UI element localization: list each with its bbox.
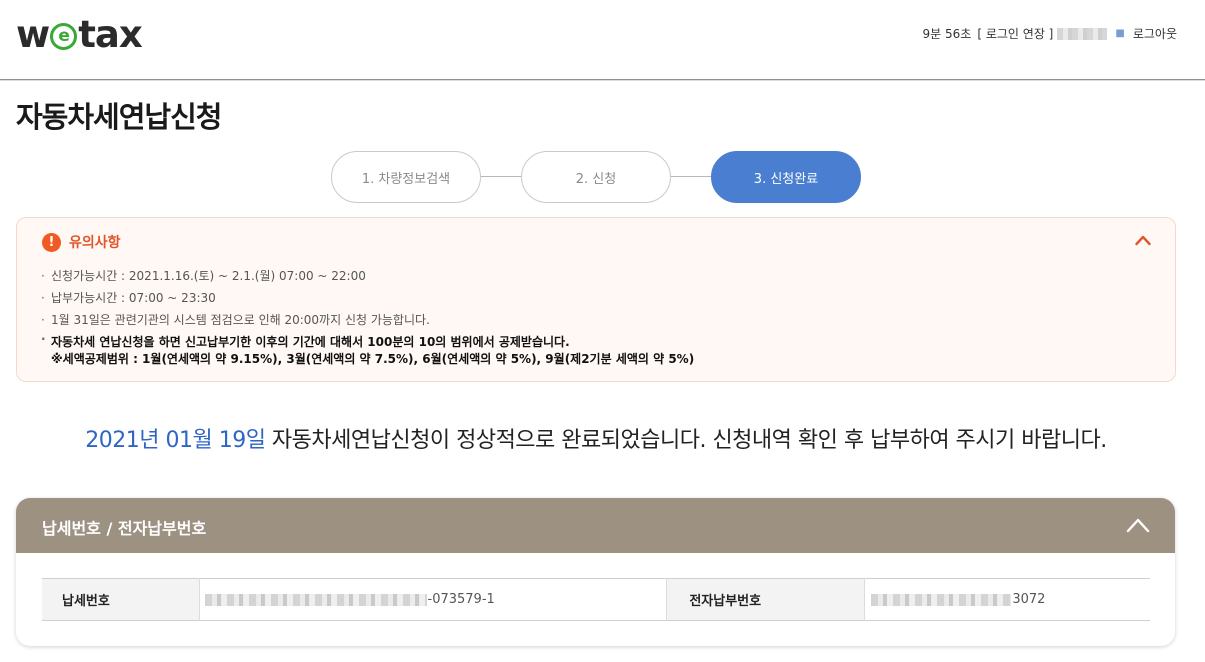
- e-payment-number-value: 3072: [864, 578, 1150, 621]
- completion-text: 자동차세연납신청이 정상적으로 완료되었습니다. 신청내역 확인 후 납부하여 …: [265, 428, 1107, 453]
- notice-header: ! 유의사항: [42, 232, 121, 252]
- notice-item-deduction: 자동차세 연납신청을 하면 신고납부기한 이후의 기간에 대해서 100분의 1…: [41, 331, 694, 368]
- e-payment-number-suffix: 3072: [1012, 592, 1046, 607]
- deduction-text: 자동차세 연납신청을 하면 신고납부기한 이후의 기간에 대해서 100분의 1…: [51, 335, 570, 349]
- logo-e-icon: e: [50, 22, 78, 50]
- logout-button[interactable]: 로그아웃: [1133, 25, 1177, 42]
- step-vehicle-search: 1. 차량정보검색: [331, 151, 481, 203]
- step-connector: [480, 176, 522, 177]
- notice-box: ! 유의사항 신청가능시간 : 2021.1.16.(토) ~ 2.1.(월) …: [16, 217, 1176, 382]
- session-timer: 9분 56초: [922, 27, 972, 41]
- notice-title: 유의사항: [69, 235, 121, 251]
- user-session-bar: 9분 56초 [ 로그인 연장 ] ■ 로그아웃: [923, 25, 1177, 42]
- chevron-up-icon[interactable]: [1126, 517, 1150, 533]
- masked-user-name: [1057, 27, 1108, 40]
- extend-login-button[interactable]: [ 로그인 연장 ]: [977, 25, 1053, 42]
- payment-number-table: 납세번호 -073579-1 전자납부번호 3072: [42, 578, 1150, 621]
- tax-number-label: 납세번호: [42, 578, 199, 621]
- page-title: 자동차세연납신청: [16, 100, 222, 134]
- separator-dot-icon: ■: [1115, 28, 1125, 39]
- masked-tax-number: [204, 593, 427, 606]
- table-row: 납세번호 -073579-1 전자납부번호 3072: [42, 578, 1150, 621]
- step-complete: 3. 신청완료: [711, 151, 861, 203]
- progress-steps: 1. 차량정보검색 2. 신청 3. 신청완료: [331, 151, 861, 203]
- payment-number-panel: 납세번호 / 전자납부번호 납세번호 -073579-1 전자납부번호 3072: [16, 498, 1175, 646]
- notice-item: 1월 31일은 관련기관의 시스템 점검으로 인해 20:00까지 신청 가능합…: [41, 309, 694, 331]
- panel-title: 납세번호 / 전자납부번호: [42, 519, 207, 538]
- deduction-range: ※세액공제범위 : 1월(연세액의 약 9.15%), 3월(연세액의 약 7.…: [51, 352, 695, 366]
- wetax-logo[interactable]: w e tax: [16, 12, 143, 56]
- notice-list: 신청가능시간 : 2021.1.16.(토) ~ 2.1.(월) 07:00 ~…: [41, 265, 694, 368]
- panel-header[interactable]: 납세번호 / 전자납부번호: [16, 498, 1175, 553]
- site-header: w e tax 9분 56초 [ 로그인 연장 ] ■ 로그아웃: [0, 0, 1205, 80]
- tax-number-value: -073579-1: [198, 578, 668, 621]
- step-apply: 2. 신청: [521, 151, 671, 203]
- completion-message: 2021년 01월 19일 자동차세연납신청이 정상적으로 완료되었습니다. 신…: [0, 422, 1192, 454]
- completion-date: 2021년 01월 19일: [85, 428, 266, 453]
- tax-number-suffix: -073579-1: [427, 592, 495, 607]
- e-payment-number-label: 전자납부번호: [666, 578, 865, 621]
- chevron-up-icon[interactable]: [1135, 234, 1151, 246]
- notice-item: 신청가능시간 : 2021.1.16.(토) ~ 2.1.(월) 07:00 ~…: [41, 265, 694, 287]
- masked-e-payment-number: [871, 593, 1012, 606]
- notice-item: 납부가능시간 : 07:00 ~ 23:30: [41, 287, 694, 309]
- exclamation-icon: !: [42, 232, 61, 252]
- step-connector: [670, 176, 712, 177]
- logo-text-end: tax: [78, 12, 143, 56]
- logo-text-start: w: [16, 12, 50, 56]
